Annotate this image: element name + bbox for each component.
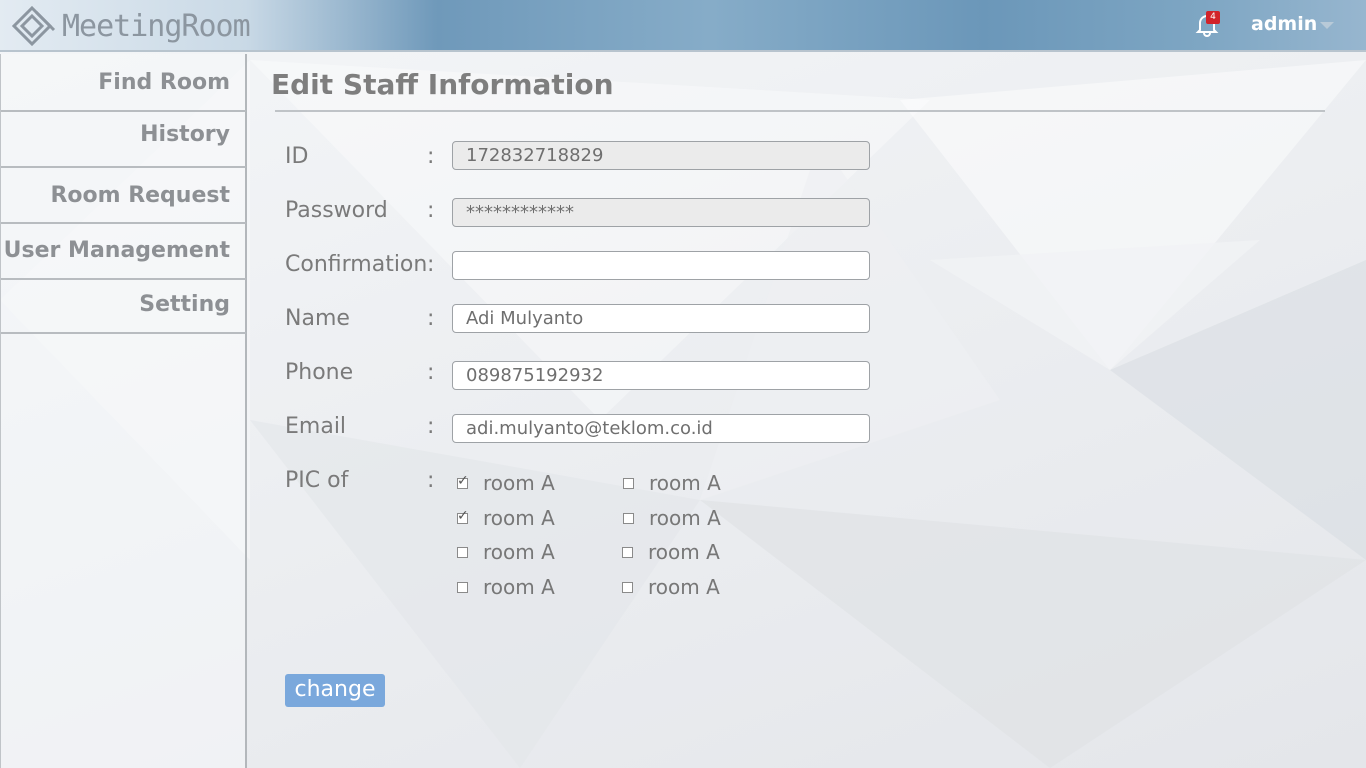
room-label: room A [483, 506, 555, 530]
check-icon: ✓ [457, 472, 469, 489]
id-label: ID [285, 144, 309, 169]
room-label: room A [483, 540, 555, 564]
notification-badge: 4 [1206, 11, 1220, 24]
room-checkbox[interactable]: room A [623, 471, 721, 495]
checkbox[interactable] [457, 546, 468, 558]
sidebar-item-user-management[interactable]: User Management [1, 224, 246, 280]
phone-field[interactable] [452, 361, 870, 390]
checkbox[interactable] [622, 546, 633, 558]
room-label: room A [483, 575, 555, 599]
change-button[interactable]: change [285, 674, 385, 707]
room-label: room A [648, 540, 720, 564]
room-label: room A [649, 506, 721, 530]
chevron-down-icon[interactable] [1320, 22, 1334, 29]
checkbox[interactable]: ✓ [457, 509, 469, 524]
confirmation-label: Confirmation [285, 252, 428, 277]
sidebar-item-room-request[interactable]: Room Request [1, 168, 246, 224]
room-label: room A [648, 575, 720, 599]
sidebar-item-label: Find Room [98, 70, 230, 95]
room-checkbox[interactable]: ✓ room A [457, 471, 555, 495]
title-divider [275, 110, 1325, 112]
colon: : [427, 198, 435, 223]
colon: : [427, 306, 435, 331]
page-title: Edit Staff Information [271, 68, 614, 101]
room-checkbox[interactable]: room A [622, 540, 720, 564]
sidebar-item-setting[interactable]: Setting [1, 280, 246, 334]
sidebar-item-label: User Management [3, 238, 230, 263]
phone-label: Phone [285, 360, 354, 385]
app-logo[interactable]: MeetingRoom [12, 6, 251, 46]
diamond-logo-icon [12, 6, 56, 46]
room-checkbox[interactable]: room A [622, 575, 720, 599]
password-label: Password [285, 198, 388, 223]
checkbox[interactable] [622, 581, 633, 593]
password-field[interactable] [452, 198, 870, 227]
name-label: Name [285, 306, 350, 331]
sidebar-item-label: Room Request [50, 183, 230, 208]
colon: : [427, 414, 435, 439]
checkbox[interactable] [623, 512, 634, 524]
colon: : [427, 468, 435, 493]
room-checkbox[interactable]: room A [457, 575, 555, 599]
colon: : [427, 252, 435, 277]
room-label: room A [649, 471, 721, 495]
colon: : [427, 360, 435, 385]
sidebar-item-label: Setting [139, 292, 230, 317]
checkbox[interactable]: ✓ [457, 474, 469, 489]
sidebar: Find Room History Room Request User Mana… [0, 54, 247, 768]
email-label: Email [285, 414, 347, 439]
top-bar: MeetingRoom 4 admin [0, 0, 1366, 52]
checkbox[interactable] [623, 477, 634, 489]
sidebar-item-label: History [140, 122, 230, 147]
user-menu[interactable]: admin [1251, 13, 1317, 35]
checkbox[interactable] [457, 581, 468, 593]
room-checkbox[interactable]: ✓ room A [457, 506, 555, 530]
main-content: Edit Staff Information ID : Password : C… [247, 54, 1366, 768]
check-icon: ✓ [457, 507, 469, 524]
room-checkbox[interactable]: room A [623, 506, 721, 530]
room-checkbox[interactable]: room A [457, 540, 555, 564]
sidebar-item-history[interactable]: History [1, 112, 246, 168]
room-label: room A [483, 471, 555, 495]
app-name: MeetingRoom [62, 8, 251, 44]
sidebar-item-find-room[interactable]: Find Room [1, 54, 246, 112]
confirmation-field[interactable] [452, 251, 870, 280]
id-field[interactable] [452, 141, 870, 170]
colon: : [427, 144, 435, 169]
email-field[interactable] [452, 414, 870, 443]
pic-label: PIC of [285, 468, 349, 493]
name-field[interactable] [452, 304, 870, 333]
